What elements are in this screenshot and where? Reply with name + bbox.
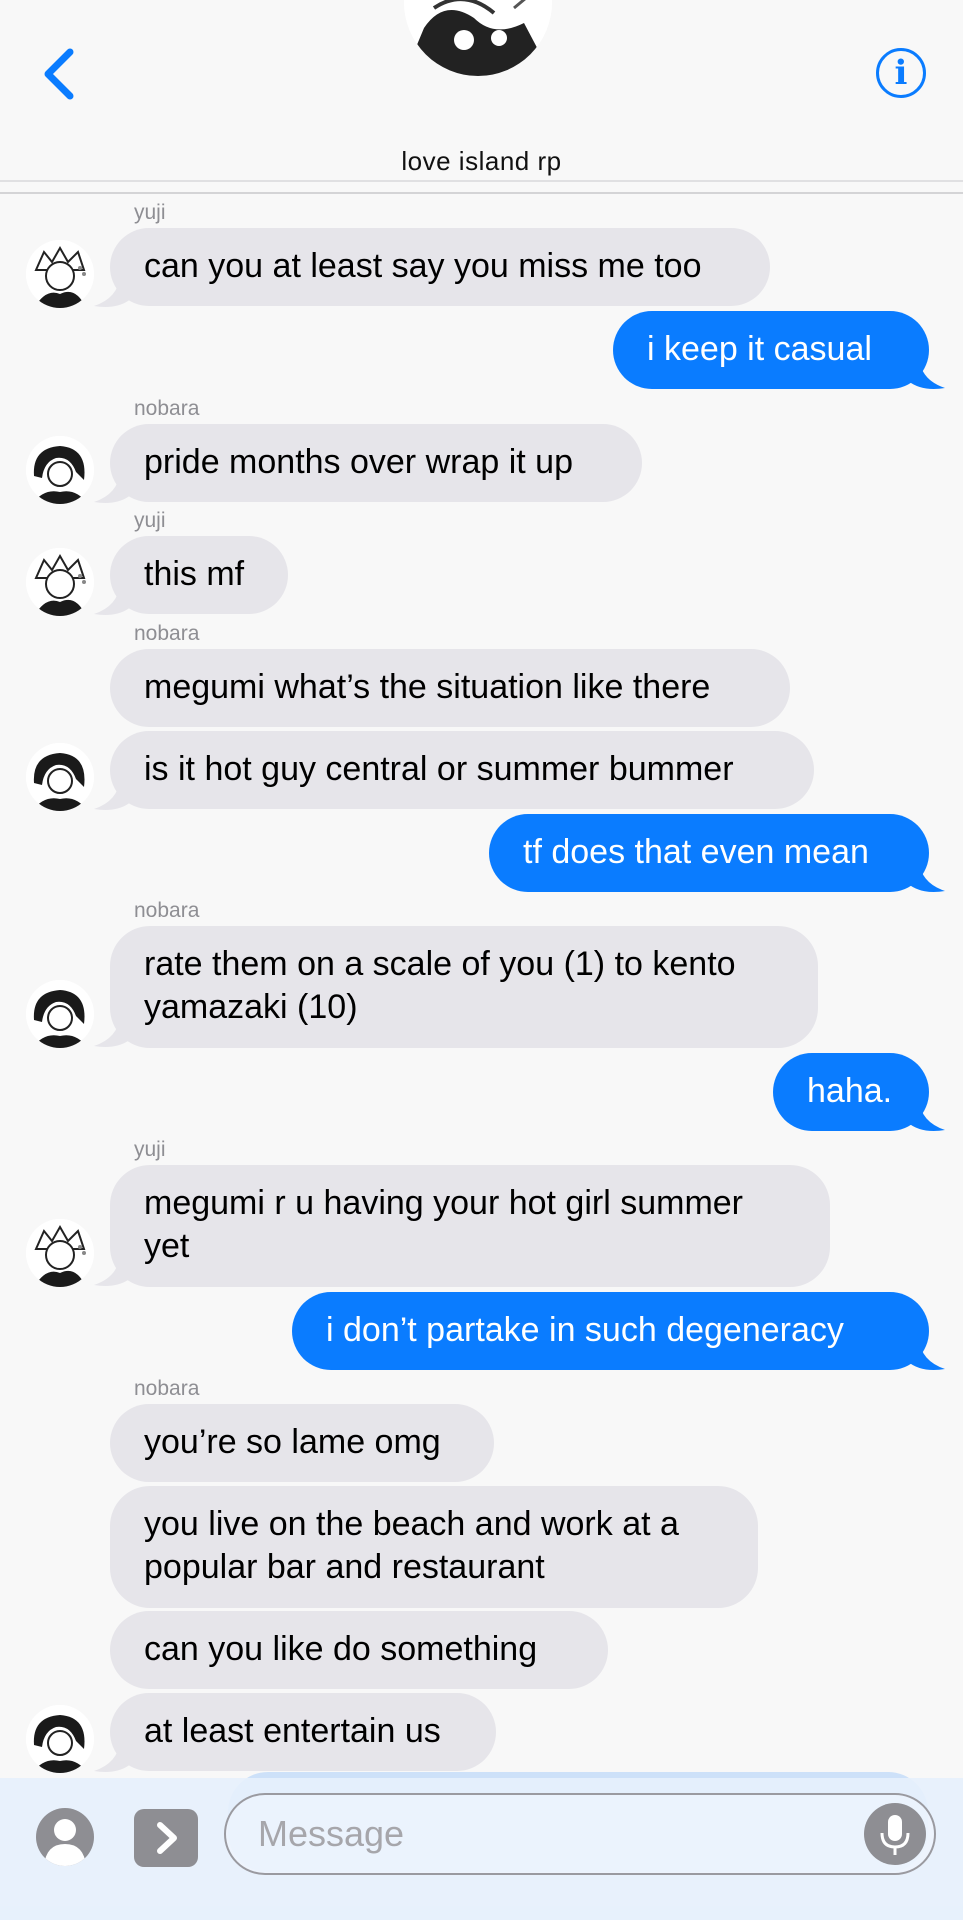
message-bubble-incoming[interactable]: can you like do something (110, 1611, 608, 1689)
message-text: this mf (144, 555, 245, 593)
sender-name: yuji (134, 509, 166, 532)
message-text: megumi what’s the situation like there (144, 668, 711, 706)
avatar-yuji[interactable] (26, 548, 94, 616)
bubble-tail (94, 584, 132, 615)
message-text-line: you live on the beach and work at a (144, 1505, 679, 1543)
info-icon[interactable]: i (876, 48, 926, 98)
message-input[interactable]: Message (224, 1793, 936, 1875)
message-text-line: rate them on a scale of you (1) to kento (144, 945, 736, 983)
bubble-tail (94, 1016, 132, 1047)
message-placeholder: Message (258, 1813, 405, 1854)
message-bubble-incoming[interactable]: rate them on a scale of you (1) to kento… (110, 926, 818, 1048)
message-text: is it hot guy central or summer bummer (144, 750, 734, 788)
sender-name: yuji (134, 1138, 166, 1161)
microphone-icon[interactable] (864, 1803, 926, 1865)
message-bubble-incoming[interactable]: can you at least say you miss me too (110, 228, 770, 306)
sender-name: yuji (134, 201, 166, 224)
message-bubble-incoming[interactable]: you live on the beach and work at a popu… (110, 1486, 758, 1608)
bubble-tail (907, 1339, 945, 1370)
bubble-tail (907, 1100, 945, 1131)
message-text-line: yet (144, 1227, 190, 1265)
message-text: at least entertain us (144, 1712, 441, 1750)
message-text: i keep it casual (647, 330, 872, 368)
bubble-tail (907, 861, 945, 892)
chevron-left-icon[interactable] (38, 46, 82, 102)
message-text: can you at least say you miss me too (144, 247, 702, 285)
message-text: i don’t partake in such degeneracy (326, 1311, 844, 1349)
message-text: can you like do something (144, 1630, 538, 1668)
message-text: tf does that even mean (523, 833, 869, 871)
message-bubble-incoming[interactable]: megumi r u having your hot girl summer y… (110, 1165, 830, 1287)
message-text: you’re so lame omg (144, 1423, 441, 1461)
message-bubble-incoming[interactable]: at least entertain us (110, 1693, 496, 1771)
chat-header: i love island rp (0, 0, 963, 194)
message-bubble-outgoing[interactable]: i keep it casual (613, 311, 929, 389)
chevron-right-icon[interactable] (134, 1809, 198, 1867)
sender-name: nobara (134, 397, 200, 420)
bubble-tail (907, 358, 945, 389)
bubble-tail (94, 472, 132, 503)
group-avatar[interactable] (404, 0, 552, 76)
message-text-line: yamazaki (10) (144, 988, 358, 1026)
bubble-tail (94, 779, 132, 810)
header-divider (0, 180, 963, 182)
avatar-nobara[interactable] (26, 436, 94, 504)
message-bubble-incoming[interactable]: pride months over wrap it up (110, 424, 642, 502)
message-bubble-incoming[interactable]: this mf (110, 536, 288, 614)
sender-name: nobara (134, 899, 200, 922)
bubble-tail (94, 276, 132, 307)
message-bubble-outgoing[interactable]: haha. (773, 1053, 929, 1131)
avatar-nobara[interactable] (26, 743, 94, 811)
avatar-nobara[interactable] (26, 1705, 94, 1773)
person-icon[interactable] (36, 1808, 94, 1866)
message-text: haha. (807, 1072, 893, 1110)
message-bubble-incoming[interactable]: megumi what’s the situation like there (110, 649, 790, 727)
sender-name: nobara (134, 1377, 200, 1400)
message-bubble-incoming[interactable]: is it hot guy central or summer bummer (110, 731, 814, 809)
bubble-tail (94, 1255, 132, 1286)
message-text: pride months over wrap it up (144, 443, 573, 481)
message-text-line: popular bar and restaurant (144, 1548, 545, 1586)
avatar-yuji[interactable] (26, 1219, 94, 1287)
avatar-yuji[interactable] (26, 240, 94, 308)
sender-name: nobara (134, 622, 200, 645)
message-text-line: megumi r u having your hot girl summer (144, 1184, 744, 1222)
chat-title[interactable]: love island rp (0, 146, 963, 177)
bubble-tail (94, 1741, 132, 1772)
message-bubble-outgoing[interactable]: tf does that even mean (489, 814, 929, 892)
message-bubble-incoming[interactable]: you’re so lame omg (110, 1404, 494, 1482)
avatar-nobara[interactable] (26, 980, 94, 1048)
message-bubble-outgoing[interactable]: i don’t partake in such degeneracy (292, 1292, 929, 1370)
